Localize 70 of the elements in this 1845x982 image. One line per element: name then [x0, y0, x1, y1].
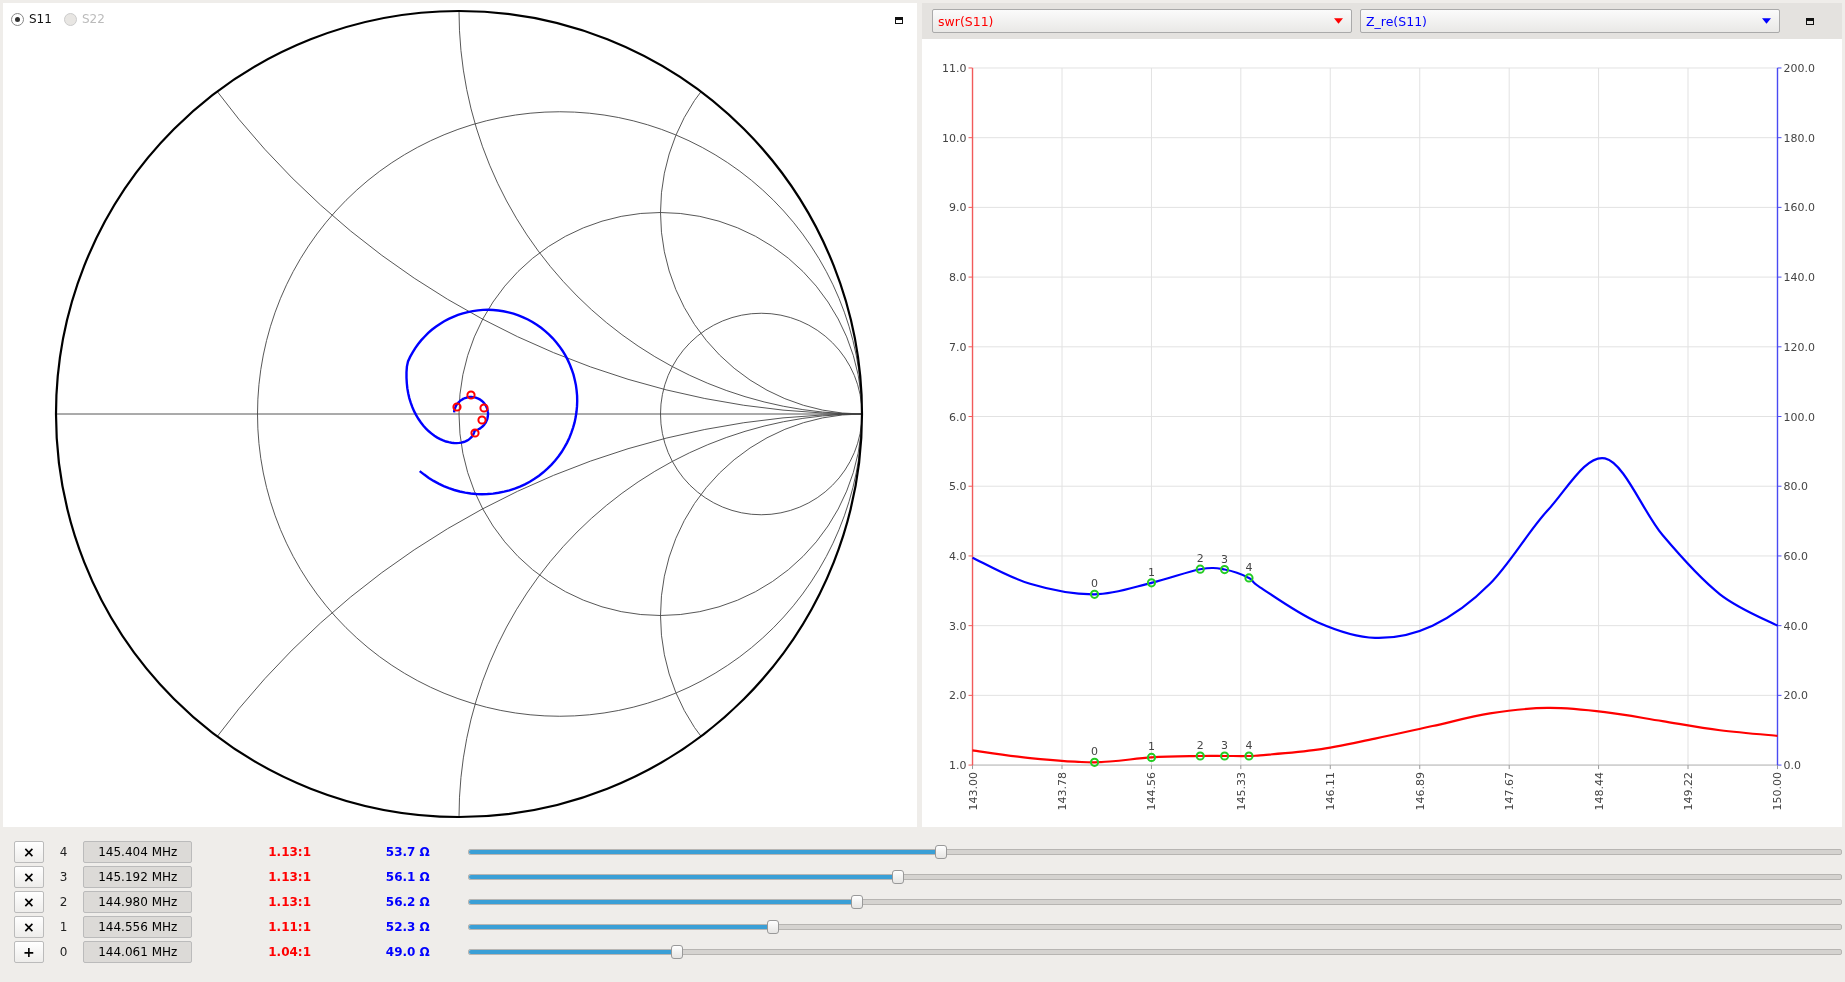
- marker-label: 1: [1147, 565, 1155, 579]
- marker-index: 3: [58, 870, 69, 884]
- marker-label: 3: [1221, 739, 1229, 752]
- marker-label: 2: [1196, 552, 1204, 566]
- axis-label: 11.0: [942, 61, 967, 75]
- marker-button[interactable]: ×: [14, 891, 44, 913]
- frequency-button[interactable]: 144.556 MHz: [83, 916, 193, 938]
- axis-label: 149.22: [1682, 772, 1696, 811]
- frequency-button[interactable]: 145.404 MHz: [83, 841, 193, 863]
- swr-value: 1.13:1: [267, 895, 312, 909]
- axis-label: 6.0: [949, 410, 967, 424]
- marker-label: 0: [1091, 577, 1098, 591]
- trace-dropdown[interactable]: Z_re(S11): [1360, 9, 1780, 33]
- marker-label: 4: [1245, 739, 1253, 752]
- trace-dropdown[interactable]: swr(S11): [932, 9, 1352, 33]
- axis-label: 100.0: [1783, 410, 1815, 424]
- impedance-value: 56.1 Ω: [384, 870, 430, 884]
- marker-index: 2: [58, 895, 69, 909]
- axis-label: 140.0: [1783, 271, 1815, 285]
- swr-value: 1.04:1: [267, 945, 312, 959]
- marker-button[interactable]: ×: [14, 841, 44, 863]
- axis-label: 3.0: [949, 619, 967, 633]
- port-radio[interactable]: S11: [11, 12, 52, 26]
- frequency-button[interactable]: 144.061 MHz: [83, 941, 193, 963]
- impedance-value: 53.7 Ω: [384, 845, 430, 859]
- axis-label: 10.0: [942, 131, 967, 145]
- marker-label: 3: [1221, 552, 1229, 566]
- axis-label: 200.0: [1783, 61, 1815, 75]
- axis-label: 147.67: [1503, 772, 1517, 811]
- axis-label: 60.0: [1783, 549, 1808, 563]
- axis-label: 4.0: [949, 549, 967, 563]
- impedance-value: 49.0 Ω: [384, 945, 430, 959]
- axis-label: 180.0: [1783, 131, 1815, 145]
- axis-label: 80.0: [1783, 480, 1808, 494]
- swr-value: 1.11:1: [267, 920, 312, 934]
- marker-label: 4: [1245, 560, 1253, 574]
- frequency-button[interactable]: 144.980 MHz: [83, 891, 193, 913]
- axis-label: 120.0: [1783, 340, 1815, 354]
- marker-label: 0: [1091, 745, 1098, 759]
- marker-index: 4: [58, 845, 69, 859]
- axis-label: 40.0: [1783, 619, 1808, 633]
- axis-label: 143.00: [966, 772, 980, 811]
- marker-button[interactable]: +: [14, 941, 44, 963]
- axis-label: 2.0: [949, 689, 967, 703]
- marker-button[interactable]: ×: [14, 916, 44, 938]
- axis-label: 7.0: [949, 340, 967, 354]
- axis-label: 9.0: [949, 201, 967, 215]
- axis-label: 148.44: [1592, 772, 1606, 811]
- frequency-button[interactable]: 145.192 MHz: [83, 866, 193, 888]
- axis-label: 143.78: [1056, 772, 1069, 811]
- swr-value: 1.13:1: [267, 870, 312, 884]
- axis-label: 145.33: [1234, 772, 1248, 811]
- axis-label: 1.0: [949, 759, 967, 773]
- axis-label: 144.56: [1145, 772, 1159, 811]
- axis-label: 160.0: [1783, 201, 1815, 215]
- marker-label: 1: [1147, 740, 1155, 754]
- marker-label: 2: [1196, 739, 1204, 752]
- axis-label: 150.00: [1771, 772, 1785, 811]
- axis-label: 146.11: [1324, 772, 1338, 811]
- axis-label: 146.89: [1413, 772, 1427, 811]
- axis-label: 0.0: [1783, 759, 1801, 773]
- axis-label: 20.0: [1783, 689, 1808, 703]
- impedance-value: 52.3 Ω: [384, 920, 430, 934]
- marker-button[interactable]: ×: [14, 866, 44, 888]
- marker-index: 1: [58, 920, 69, 934]
- marker-index: 0: [58, 945, 69, 959]
- axis-label: 8.0: [949, 271, 967, 285]
- axis-label: 5.0: [949, 480, 967, 494]
- swr-value: 1.13:1: [267, 845, 312, 859]
- impedance-value: 56.2 Ω: [384, 895, 430, 909]
